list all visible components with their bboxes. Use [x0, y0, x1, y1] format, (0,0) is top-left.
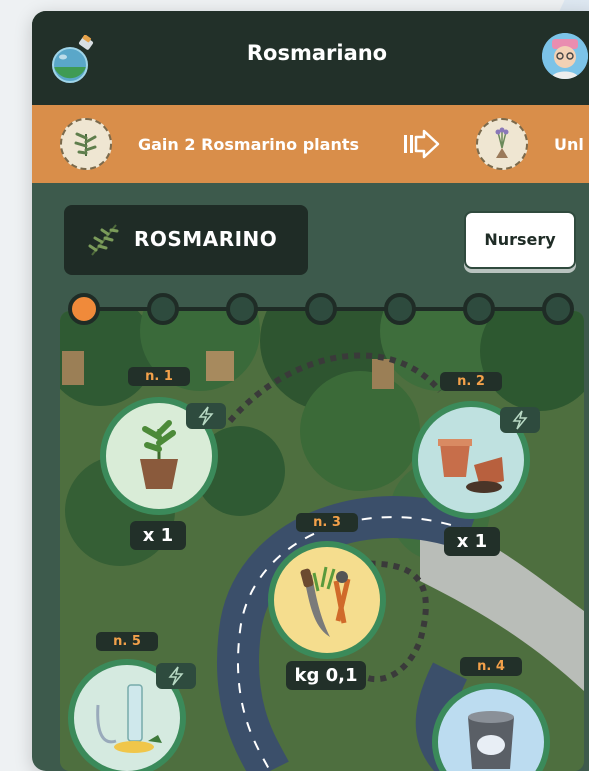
progress-step-1[interactable] — [68, 293, 100, 325]
progress-step-7[interactable] — [542, 293, 574, 325]
step-3-number: n. 3 — [296, 513, 358, 532]
bolt-icon — [500, 407, 540, 433]
metal-bucket-icon — [468, 711, 514, 769]
progress-step-3[interactable] — [226, 293, 258, 325]
plant-name-box: ROSMARINO — [64, 205, 308, 275]
step-2-number: n. 2 — [440, 372, 502, 391]
bolt-icon — [186, 403, 226, 429]
garden-tools-icon — [300, 566, 351, 637]
app-panel: Rosmariano Gain 2 Rosmarino plants Unl R… — [32, 11, 589, 771]
goal-text: Gain 2 Rosmarino plants — [138, 135, 360, 154]
bolt-icon — [156, 663, 196, 689]
lavender-badge-icon — [476, 118, 528, 170]
step-2-quantity: x 1 — [444, 527, 500, 556]
progress-step-5[interactable] — [384, 293, 416, 325]
step-progress — [68, 293, 574, 325]
goal-banner: Gain 2 Rosmarino plants Unl — [32, 105, 589, 183]
page-title: Rosmariano — [246, 41, 388, 65]
header: Rosmariano — [32, 11, 589, 105]
next-arrow-icon[interactable] — [402, 129, 442, 159]
user-avatar-icon[interactable] — [542, 33, 588, 79]
rosemary-sprig-icon — [88, 224, 119, 256]
progress-step-6[interactable] — [463, 293, 495, 325]
progress-step-2[interactable] — [147, 293, 179, 325]
step-1-quantity: x 1 — [130, 521, 186, 550]
path-map: n. 1 x 1 n. 2 x 1 n. 3 kg 0,1 n. 4 n. 5 — [60, 311, 584, 771]
rosemary-badge-icon — [60, 118, 112, 170]
next-goal-text: Unl — [554, 135, 584, 154]
step-4-number: n. 4 — [460, 657, 522, 676]
step-1-number: n. 1 — [128, 367, 190, 386]
step-3-quantity: kg 0,1 — [286, 661, 366, 690]
progress-step-4[interactable] — [305, 293, 337, 325]
step-5-number: n. 5 — [96, 632, 158, 651]
plant-name: ROSMARINO — [134, 227, 278, 251]
nursery-button[interactable]: Nursery — [464, 211, 576, 269]
step-3-circle[interactable] — [268, 541, 386, 659]
